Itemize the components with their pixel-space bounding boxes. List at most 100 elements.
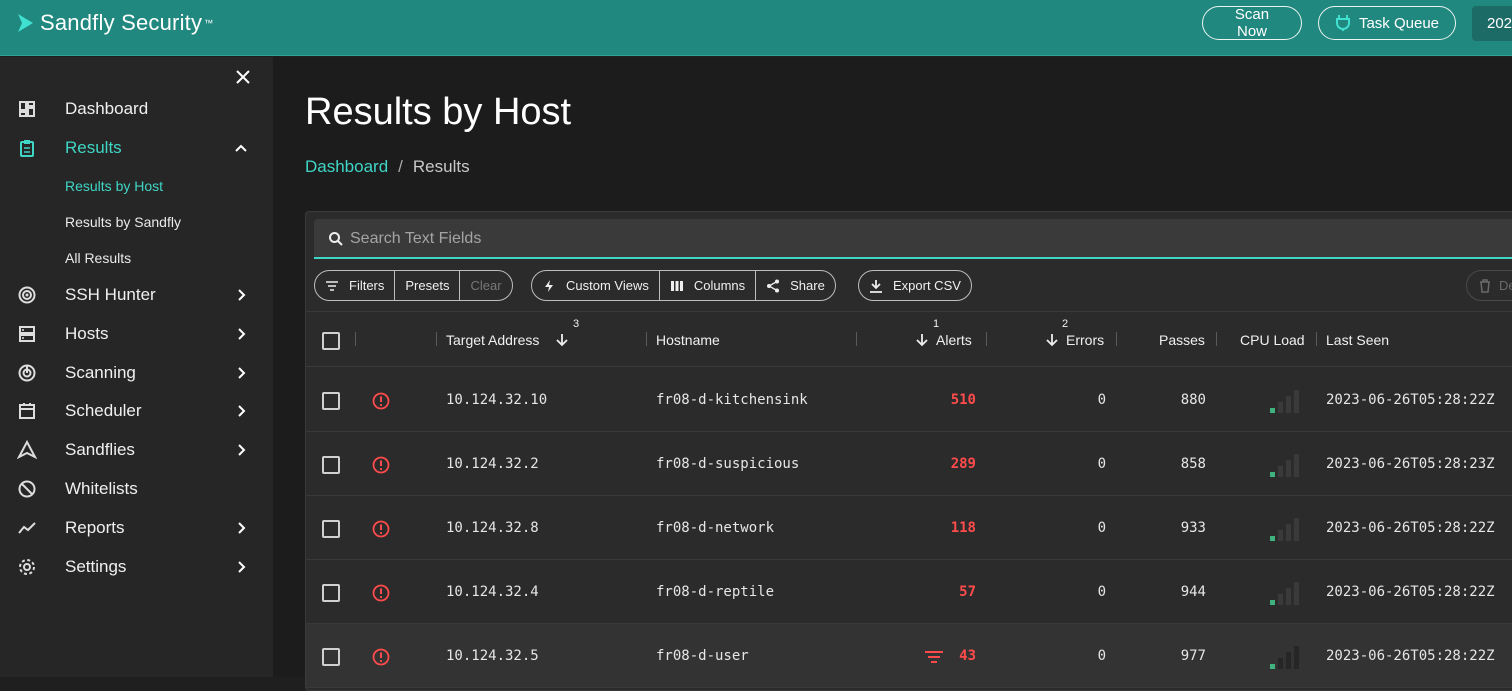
view-button-group: Custom Views Columns Share bbox=[531, 270, 836, 301]
row-checkbox[interactable] bbox=[322, 520, 340, 538]
table-row[interactable]: 10.124.32.5 fr08-d-user 43 0 977 2023-06… bbox=[306, 624, 1512, 688]
sidebar-subitem-results-by-host[interactable]: Results by Host bbox=[65, 178, 163, 194]
cpu-load-indicator bbox=[1270, 646, 1299, 669]
sidebar-item-scanning[interactable]: Scanning bbox=[0, 358, 273, 388]
cell-target-address[interactable]: 10.124.32.2 bbox=[446, 456, 539, 472]
cell-last-seen: 2023-06-26T05:28:23Z bbox=[1326, 456, 1495, 472]
breadcrumb-dashboard-link[interactable]: Dashboard bbox=[305, 157, 388, 177]
table-row[interactable]: 10.124.32.10 fr08-d-kitchensink 510 0 88… bbox=[306, 368, 1512, 432]
column-header-alerts[interactable]: Alerts bbox=[936, 332, 972, 348]
columns-button[interactable]: Columns bbox=[660, 271, 757, 300]
gear-icon bbox=[19, 559, 35, 575]
sidebar-item-label: Results bbox=[65, 138, 122, 157]
cell-passes: 880 bbox=[1180, 392, 1206, 408]
chevron-right-icon bbox=[238, 405, 246, 417]
custom-views-button[interactable]: Custom Views bbox=[532, 271, 660, 300]
brand-logo[interactable]: Sandfly Security ™ bbox=[16, 8, 213, 38]
sidebar-item-label: Sandflies bbox=[65, 440, 135, 459]
cell-last-seen: 2023-06-26T05:28:22Z bbox=[1326, 584, 1495, 600]
cell-target-address[interactable]: 10.124.32.8 bbox=[446, 520, 539, 536]
sort-down-arrow-icon[interactable] bbox=[1045, 332, 1059, 348]
sidebar-item-sandflies[interactable]: Sandflies bbox=[0, 435, 273, 465]
column-header-cpu-load[interactable]: CPU Load bbox=[1240, 332, 1305, 348]
sort-down-arrow-icon[interactable] bbox=[555, 332, 569, 348]
calendar-icon bbox=[19, 403, 35, 419]
columns-icon bbox=[670, 280, 683, 291]
scan-now-button[interactable]: Scan Now bbox=[1202, 6, 1302, 40]
cell-target-address[interactable]: 10.124.32.4 bbox=[446, 584, 539, 600]
sidebar-item-reports[interactable]: Reports bbox=[0, 513, 273, 543]
column-header-errors[interactable]: Errors bbox=[1066, 332, 1104, 348]
cell-hostname[interactable]: fr08-d-network bbox=[656, 520, 774, 536]
export-csv-button[interactable]: Export CSV bbox=[859, 271, 971, 300]
export-button-group: Export CSV bbox=[858, 270, 972, 301]
cell-alerts[interactable]: 118 bbox=[916, 520, 976, 536]
column-header-last-seen[interactable]: Last Seen bbox=[1326, 332, 1389, 348]
breadcrumb-separator: / bbox=[398, 157, 403, 176]
cell-alerts[interactable]: 510 bbox=[916, 392, 976, 408]
block-icon bbox=[18, 480, 36, 498]
chevron-right-icon bbox=[238, 289, 246, 301]
task-queue-label: Task Queue bbox=[1358, 14, 1440, 32]
table-row[interactable]: 10.124.32.8 fr08-d-network 118 0 933 202… bbox=[306, 496, 1512, 560]
cell-target-address[interactable]: 10.124.32.10 bbox=[446, 392, 547, 408]
cell-hostname[interactable]: fr08-d-kitchensink bbox=[656, 392, 808, 408]
sidebar-item-label: Hosts bbox=[65, 324, 109, 343]
sidebar-item-results[interactable]: Results bbox=[0, 133, 273, 163]
breadcrumb: Dashboard / Results bbox=[305, 157, 470, 177]
share-button[interactable]: Share bbox=[756, 271, 835, 300]
delete-button[interactable]: De bbox=[1466, 270, 1512, 301]
chevron-up-icon bbox=[235, 144, 247, 152]
cell-alerts[interactable]: 57 bbox=[916, 584, 976, 600]
search-input[interactable] bbox=[350, 227, 1250, 251]
delete-label: De bbox=[1499, 278, 1512, 293]
cell-hostname[interactable]: fr08-d-user bbox=[656, 648, 749, 664]
sidebar-subitem-all-results[interactable]: All Results bbox=[65, 250, 131, 266]
row-checkbox[interactable] bbox=[322, 456, 340, 474]
results-panel: Filters Presets Clear Custom Views Colum… bbox=[305, 211, 1512, 691]
cell-hostname[interactable]: fr08-d-reptile bbox=[656, 584, 774, 600]
task-queue-button[interactable]: Task Queue bbox=[1318, 6, 1456, 40]
presets-button[interactable]: Presets bbox=[395, 271, 461, 300]
sidebar-item-hosts[interactable]: Hosts bbox=[0, 319, 273, 349]
row-checkbox[interactable] bbox=[322, 584, 340, 602]
cell-alerts[interactable]: 289 bbox=[916, 456, 976, 472]
column-separator bbox=[355, 332, 356, 346]
sort-down-arrow-icon[interactable] bbox=[915, 332, 929, 348]
chart-line-icon bbox=[18, 522, 36, 534]
sandfly-icon bbox=[17, 440, 37, 460]
sidebar-subitem-results-by-sandfly[interactable]: Results by Sandfly bbox=[65, 214, 181, 230]
cell-last-seen: 2023-06-26T05:28:22Z bbox=[1326, 520, 1495, 536]
cell-hostname[interactable]: fr08-d-suspicious bbox=[656, 456, 799, 472]
column-header-target-address[interactable]: Target Address bbox=[446, 332, 539, 348]
date-display[interactable]: 202 bbox=[1472, 6, 1512, 41]
close-icon[interactable] bbox=[234, 68, 252, 86]
sandfly-logo-icon bbox=[18, 14, 33, 32]
sidebar-item-ssh-hunter[interactable]: SSH Hunter bbox=[0, 280, 273, 310]
sidebar-item-scheduler[interactable]: Scheduler bbox=[0, 396, 273, 426]
cell-target-address[interactable]: 10.124.32.5 bbox=[446, 648, 539, 664]
server-icon bbox=[19, 326, 35, 342]
column-header-hostname[interactable]: Hostname bbox=[656, 332, 720, 348]
column-header-passes[interactable]: Passes bbox=[1159, 332, 1205, 348]
sidebar-item-whitelists[interactable]: Whitelists bbox=[0, 474, 273, 504]
table-row[interactable]: 10.124.32.4 fr08-d-reptile 57 0 944 2023… bbox=[306, 560, 1512, 624]
row-checkbox[interactable] bbox=[322, 648, 340, 666]
alert-circle-icon bbox=[372, 392, 390, 410]
clear-button[interactable]: Clear bbox=[460, 271, 511, 300]
select-all-checkbox[interactable] bbox=[322, 332, 340, 350]
cell-alerts[interactable]: 43 bbox=[916, 648, 976, 664]
custom-views-label: Custom Views bbox=[566, 278, 649, 293]
chevron-right-icon bbox=[238, 367, 246, 379]
cell-passes: 944 bbox=[1180, 584, 1206, 600]
sidebar-item-label: Whitelists bbox=[65, 479, 138, 498]
table-row[interactable]: 10.124.32.2 fr08-d-suspicious 289 0 858 … bbox=[306, 432, 1512, 496]
sidebar-item-settings[interactable]: Settings bbox=[0, 552, 273, 582]
table-header: Target Address 3 Hostname 1 Alerts 2 Err… bbox=[306, 311, 1512, 367]
chevron-right-icon bbox=[238, 444, 246, 456]
filters-button[interactable]: Filters bbox=[315, 271, 396, 300]
sort-order-alerts: 1 bbox=[933, 318, 940, 330]
sidebar-item-dashboard[interactable]: Dashboard bbox=[0, 94, 273, 124]
columns-label: Columns bbox=[693, 278, 746, 293]
row-checkbox[interactable] bbox=[322, 392, 340, 410]
